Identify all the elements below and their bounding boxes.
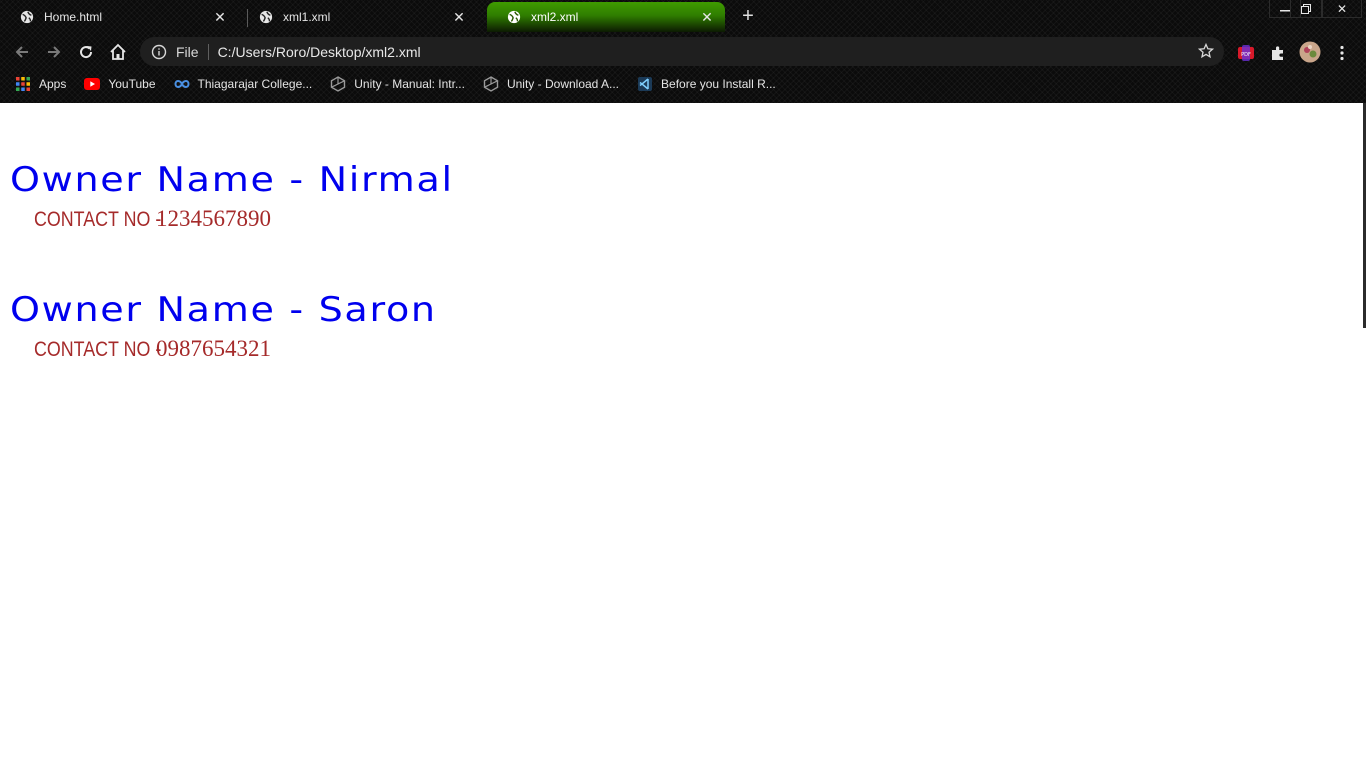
url-text[interactable]: C:/Users/Roro/Desktop/xml2.xml: [218, 44, 421, 60]
address-bar[interactable]: File C:/Users/Roro/Desktop/xml2.xml: [140, 37, 1224, 66]
url-scheme: File: [176, 44, 199, 60]
home-button[interactable]: [106, 40, 130, 64]
bookmark-label: Unity - Download A...: [507, 77, 619, 91]
tab-strip: Home.html ✕ xml1.xml ✕ xml2.xml ✕ + ✕: [0, 0, 1366, 34]
globe-icon: [507, 10, 521, 24]
bookmark-apps[interactable]: Apps: [15, 76, 66, 92]
restore-icon: [1301, 4, 1311, 14]
restore-button[interactable]: [1290, 0, 1322, 18]
omnibox-separator: [208, 44, 209, 60]
owner-name: Owner Name - Saron: [10, 290, 437, 330]
tab-title: xml2.xml: [531, 10, 699, 24]
minimize-icon: [1280, 4, 1290, 14]
close-icon[interactable]: ✕: [699, 9, 715, 25]
bookmark-label: Thiagarajar College...: [198, 77, 313, 91]
profile-avatar[interactable]: [1299, 41, 1321, 63]
vscode-icon: [637, 76, 653, 92]
contact-label: CONTACT NO -: [34, 208, 138, 232]
tab-title: xml1.xml: [283, 10, 451, 24]
bookmark-label: YouTube: [108, 77, 155, 91]
arrow-right-icon: [46, 44, 62, 60]
contact-number: 1234567890: [156, 206, 271, 231]
reload-button[interactable]: [74, 40, 98, 64]
page-content: Owner Name - Nirmal CONTACT NO - 12345678…: [0, 103, 1363, 768]
close-icon[interactable]: ✕: [212, 9, 228, 25]
info-icon[interactable]: [151, 44, 167, 60]
close-icon[interactable]: ✕: [451, 9, 467, 25]
bookmark-label: Before you Install R...: [661, 77, 776, 91]
bookmarks-bar: Apps YouTube Thiagarajar College... Unit…: [0, 70, 1366, 98]
globe-icon: [20, 10, 34, 24]
contact-line: CONTACT NO - 1234567890: [34, 206, 271, 232]
infinity-icon: [174, 76, 190, 92]
svg-text:PDF: PDF: [1241, 52, 1251, 58]
tab-xml1[interactable]: xml1.xml ✕: [239, 2, 477, 32]
contact-number: 0987654321: [156, 336, 271, 361]
close-icon: ✕: [1337, 2, 1347, 16]
bookmark-unity-manual[interactable]: Unity - Manual: Intr...: [330, 76, 465, 92]
home-icon: [109, 43, 127, 61]
tab-home[interactable]: Home.html ✕: [0, 2, 238, 32]
pdf-extension-button[interactable]: PDF: [1236, 43, 1256, 63]
reload-icon: [78, 44, 94, 60]
arrow-left-icon: [14, 44, 30, 60]
tab-title: Home.html: [44, 10, 212, 24]
avatar-icon: [1299, 41, 1321, 63]
bookmark-youtube[interactable]: YouTube: [84, 76, 155, 92]
toolbar: File C:/Users/Roro/Desktop/xml2.xml PDF: [0, 34, 1366, 70]
close-window-button[interactable]: ✕: [1322, 0, 1362, 18]
kebab-menu-icon: [1340, 45, 1344, 61]
bookmark-label: Unity - Manual: Intr...: [354, 77, 465, 91]
youtube-icon: [84, 76, 100, 92]
unity-icon: [330, 76, 346, 92]
bookmark-before-install[interactable]: Before you Install R...: [637, 76, 776, 92]
contact-line: CONTACT NO - 0987654321: [34, 336, 271, 362]
unity-icon: [483, 76, 499, 92]
owner-name: Owner Name - Nirmal: [10, 160, 454, 200]
bookmark-thiagarajar[interactable]: Thiagarajar College...: [174, 76, 313, 92]
tab-xml2[interactable]: xml2.xml ✕: [487, 2, 725, 32]
bookmark-unity-download[interactable]: Unity - Download A...: [483, 76, 619, 92]
bookmark-label: Apps: [39, 77, 66, 91]
puzzle-icon: [1270, 45, 1286, 61]
browser-chrome: Home.html ✕ xml1.xml ✕ xml2.xml ✕ + ✕: [0, 0, 1366, 103]
bookmark-star-icon[interactable]: [1198, 43, 1214, 59]
extensions-button[interactable]: [1268, 43, 1288, 63]
back-button[interactable]: [10, 40, 34, 64]
new-tab-button[interactable]: +: [738, 6, 758, 28]
globe-icon: [259, 10, 273, 24]
contact-label: CONTACT NO -: [34, 338, 138, 362]
apps-grid-icon: [15, 76, 31, 92]
pdf-icon: PDF: [1237, 44, 1255, 62]
menu-button[interactable]: [1332, 43, 1352, 63]
forward-button[interactable]: [42, 40, 66, 64]
